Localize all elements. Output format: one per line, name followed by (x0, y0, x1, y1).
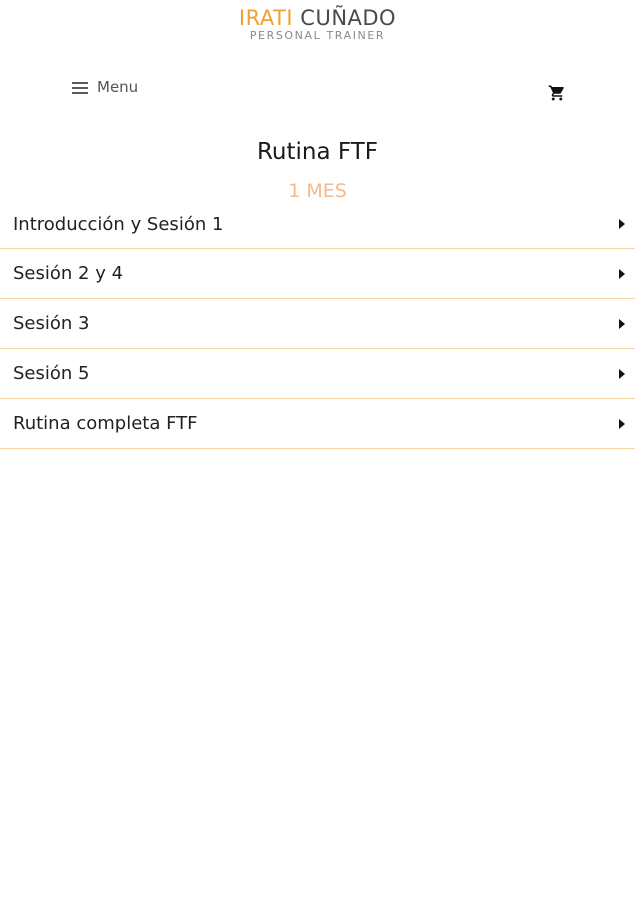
accordion-item-session-2-4[interactable]: Sesión 2 y 4 (0, 249, 635, 299)
logo-name: IRATI CUÑADO (0, 8, 635, 30)
accordion-item-label: Rutina completa FTF (13, 413, 198, 434)
accordion-item-label: Sesión 5 (13, 363, 90, 384)
logo-last-name: CUÑADO (300, 6, 397, 30)
accordion-item-label: Sesión 3 (13, 313, 90, 334)
accordion-item-session-5[interactable]: Sesión 5 (0, 349, 635, 399)
caret-right-icon (619, 318, 625, 329)
menu-label: Menu (97, 78, 139, 96)
caret-right-icon (619, 268, 625, 279)
session-accordion: Introducción y Sesión 1 Sesión 2 y 4 Ses… (0, 200, 635, 449)
accordion-item-session-3[interactable]: Sesión 3 (0, 299, 635, 349)
accordion-item-label: Introducción y Sesión 1 (13, 213, 224, 235)
accordion-item-intro-session-1[interactable]: Introducción y Sesión 1 (0, 200, 635, 249)
page-title: Rutina FTF (256, 139, 379, 165)
hamburger-icon (72, 81, 88, 94)
page: IRATI CUÑADO PERSONAL TRAINER Menu Rutin… (0, 0, 635, 900)
accordion-item-full-routine[interactable]: Rutina completa FTF (0, 399, 635, 449)
caret-right-icon (619, 368, 625, 379)
menu-toggle-button[interactable]: Menu (72, 78, 138, 96)
caret-right-icon (619, 418, 625, 429)
logo-first-name: IRATI (238, 6, 294, 30)
accordion-item-label: Sesión 2 y 4 (13, 263, 124, 284)
logo-tagline: PERSONAL TRAINER (249, 29, 386, 42)
site-logo[interactable]: IRATI CUÑADO PERSONAL TRAINER (0, 8, 635, 42)
cart-icon[interactable] (548, 84, 566, 102)
caret-right-icon (619, 219, 625, 229)
duration-subtitle: 1 MES (288, 180, 347, 202)
